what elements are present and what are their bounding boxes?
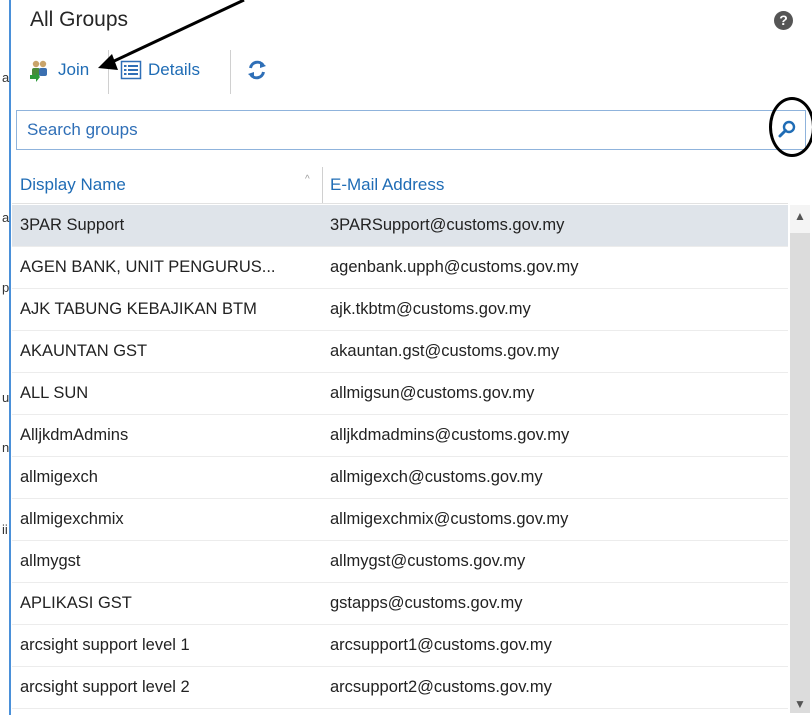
table-row[interactable]: APLIKASI GST gstapps@customs.gov.my: [12, 583, 788, 625]
table-row[interactable]: allmigexchmix allmigexchmix@customs.gov.…: [12, 499, 788, 541]
refresh-button[interactable]: [246, 50, 268, 90]
table-row[interactable]: AlljkdmAdmins alljkdmadmins@customs.gov.…: [12, 415, 788, 457]
left-pane-edge: a a p u n ii: [0, 0, 11, 715]
details-button[interactable]: Details: [120, 50, 200, 90]
email-cell: agenbank.upph@customs.gov.my: [330, 258, 579, 276]
table-row[interactable]: ALL SUN allmigsun@customs.gov.my: [12, 373, 788, 415]
email-cell: arcsupport2@customs.gov.my: [330, 678, 552, 696]
email-cell: ajk.tkbtm@customs.gov.my: [330, 300, 531, 318]
toolbar-separator: [108, 50, 109, 94]
email-cell: allmigsun@customs.gov.my: [330, 384, 535, 402]
table-row[interactable]: AJK TABUNG KEBAJIKAN BTM ajk.tkbtm@custo…: [12, 289, 788, 331]
display-name-cell: AKAUNTAN GST: [20, 342, 148, 360]
display-name-cell: AGEN BANK, UNIT PENGURUS...: [20, 258, 276, 276]
toolbar-separator: [230, 50, 231, 94]
display-name-cell: allmygst: [20, 552, 81, 570]
display-name-cell: AJK TABUNG KEBAJIKAN BTM: [20, 300, 257, 318]
annotation-circle: [769, 97, 812, 157]
table-header: Display Name ^ E-Mail Address: [12, 167, 788, 204]
join-button[interactable]: Join: [28, 50, 89, 90]
join-group-icon: [28, 58, 52, 82]
column-header-email[interactable]: E-Mail Address: [330, 175, 444, 195]
table-row[interactable]: allmygst allmygst@customs.gov.my: [12, 541, 788, 583]
column-divider[interactable]: [322, 167, 323, 203]
table-row[interactable]: AGEN BANK, UNIT PENGURUS... agenbank.upp…: [12, 247, 788, 289]
email-cell: akauntan.gst@customs.gov.my: [330, 342, 560, 360]
table-row[interactable]: arcsight support level 2 arcsupport2@cus…: [12, 667, 788, 709]
email-cell: gstapps@customs.gov.my: [330, 594, 523, 612]
display-name-cell: arcsight support level 1: [20, 636, 190, 654]
table-row[interactable]: allmigexch allmigexch@customs.gov.my: [12, 457, 788, 499]
scroll-thumb[interactable]: [790, 233, 810, 713]
email-cell: allmigexchmix@customs.gov.my: [330, 510, 569, 528]
vertical-scrollbar[interactable]: ▲ ▼: [790, 205, 810, 713]
display-name-cell: AlljkdmAdmins: [20, 426, 129, 444]
display-name-cell: 3PAR Support: [20, 216, 125, 234]
column-header-display-name[interactable]: Display Name: [20, 175, 126, 195]
email-cell: 3PARSupport@customs.gov.my: [330, 216, 565, 234]
group-list: 3PAR Support 3PARSupport@customs.gov.my …: [12, 205, 788, 709]
scroll-down-arrow-icon[interactable]: ▼: [790, 697, 810, 715]
left-pane-fragment: p: [2, 280, 10, 295]
email-cell: alljkdmadmins@customs.gov.my: [330, 426, 570, 444]
left-pane-fragment: a: [2, 70, 10, 85]
help-icon[interactable]: ?: [774, 11, 793, 30]
join-label: Join: [58, 60, 90, 79]
left-pane-fragment: a: [2, 210, 10, 225]
display-name-cell: APLIKASI GST: [20, 594, 132, 612]
refresh-icon: [246, 59, 268, 81]
scroll-up-arrow-icon[interactable]: ▲: [790, 209, 810, 227]
sort-ascending-icon: ^: [305, 174, 310, 185]
left-pane-fragment: ii: [2, 522, 8, 537]
email-cell: allmygst@customs.gov.my: [330, 552, 526, 570]
search-box: [16, 110, 806, 150]
left-pane-fragment: n: [2, 440, 10, 455]
display-name-cell: allmigexchmix: [20, 510, 124, 528]
left-pane-fragment: u: [2, 390, 10, 405]
search-input[interactable]: [17, 111, 757, 149]
display-name-cell: allmigexch: [20, 468, 98, 486]
details-label: Details: [148, 60, 200, 79]
details-icon: [120, 59, 142, 81]
email-cell: arcsupport1@customs.gov.my: [330, 636, 552, 654]
table-row[interactable]: 3PAR Support 3PARSupport@customs.gov.my: [12, 205, 788, 247]
table-row[interactable]: AKAUNTAN GST akauntan.gst@customs.gov.my: [12, 331, 788, 373]
display-name-cell: arcsight support level 2: [20, 678, 190, 696]
display-name-cell: ALL SUN: [20, 384, 89, 402]
table-row[interactable]: arcsight support level 1 arcsupport1@cus…: [12, 625, 788, 667]
email-cell: allmigexch@customs.gov.my: [330, 468, 543, 486]
page-title: All Groups: [30, 8, 129, 31]
